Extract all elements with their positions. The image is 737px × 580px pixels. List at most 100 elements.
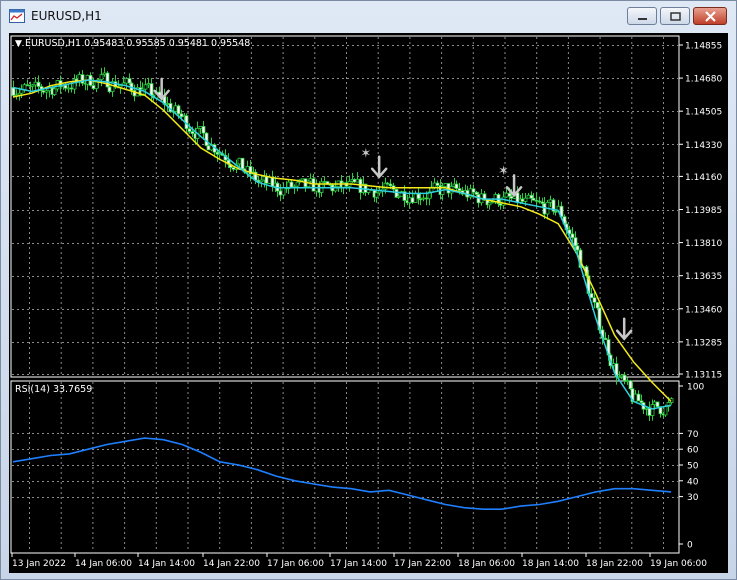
chart-area[interactable]: ✶ ✶ 1.14855 1.14680 1.14505 1.14330 1.14160 1.… [9, 33, 728, 573]
candle-body [352, 179, 357, 183]
candle-body [11, 87, 16, 96]
minimize-button[interactable] [627, 7, 657, 25]
candle-body [509, 195, 514, 199]
candle-body [146, 83, 151, 86]
grid [12, 37, 678, 552]
price-label: 1.14505 [685, 108, 722, 118]
candle-body [63, 84, 68, 89]
candle-body [201, 126, 206, 134]
candle-body [187, 128, 192, 132]
candle-body [435, 182, 440, 186]
star-marker-icon: ✶ [498, 164, 509, 179]
chart-header-arrow[interactable]: ▼ [15, 39, 22, 49]
candle-body [385, 182, 390, 185]
candle-body [622, 374, 627, 382]
candle-body [652, 401, 657, 406]
candle-body [504, 192, 509, 198]
time-label: 14 Jan 22:00 [203, 559, 260, 569]
candle-body [52, 88, 57, 95]
candle-body [633, 393, 638, 403]
sell-arrow-icon [370, 155, 388, 179]
candle-body [66, 87, 71, 90]
candle-body [457, 188, 462, 192]
rsi-label: 70 [687, 430, 699, 440]
candle-body [655, 401, 660, 408]
candle-body [636, 393, 641, 402]
candle-body [625, 380, 630, 383]
price-axis: 1.14855 1.14680 1.14505 1.14330 1.14160 1.139… [679, 42, 722, 381]
candle-body [281, 187, 286, 196]
candle-body [99, 74, 104, 80]
price-label: 1.13115 [685, 371, 722, 381]
candle-body [396, 195, 401, 198]
candle-body [143, 84, 148, 90]
time-label: 17 Jan 14:00 [330, 559, 387, 569]
time-label: 14 Jan 06:00 [75, 559, 132, 569]
close-icon [705, 11, 716, 22]
candle-body [289, 181, 294, 188]
candle-body [69, 87, 74, 90]
rsi-panel-border [10, 380, 680, 554]
candle-body [124, 78, 129, 84]
candle-body [603, 337, 608, 340]
rsi-line [12, 437, 672, 511]
candle-body [526, 194, 531, 199]
candle-body [487, 202, 492, 206]
candle-body [358, 178, 363, 193]
candle-body [322, 181, 327, 184]
maximize-button[interactable] [660, 7, 690, 25]
chart-canvas[interactable]: ✶✶ 1.148551.146801.145051.143301.141601.… [9, 33, 728, 573]
candle-body [570, 233, 575, 239]
rsi-label: 30 [687, 493, 699, 503]
time-label: 17 Jan 06:00 [267, 559, 324, 569]
candle-body [418, 198, 423, 201]
candle-body [374, 192, 379, 198]
candle-body [127, 78, 132, 84]
candle-body [25, 84, 30, 87]
candle-body [107, 86, 112, 93]
candle-body [165, 103, 170, 105]
window-title: EURUSD,H1 [31, 9, 102, 23]
candle-body [149, 83, 154, 96]
title-bar[interactable]: EURUSD,H1 [1, 1, 736, 31]
candle-body [628, 380, 633, 390]
candle-body [619, 374, 624, 378]
candle-body [41, 90, 46, 93]
candle-body [295, 181, 300, 187]
candle-body [270, 176, 275, 187]
candle-body [264, 176, 269, 184]
time-axis: 13 Jan 2022 14 Jan 06:00 14 Jan 14:00 14 Ja… [11, 553, 707, 569]
candle-body [413, 193, 418, 203]
rsi-label: 40 [687, 477, 699, 487]
candle-body [300, 178, 305, 181]
time-label: 18 Jan 22:00 [586, 559, 643, 569]
candle-body [595, 301, 600, 309]
candle-body [529, 194, 534, 199]
candle-body [173, 105, 178, 112]
time-label: 17 Jan 22:00 [394, 559, 451, 569]
rsi-axis: 100 70 60 50 40 30 0 [679, 383, 704, 551]
candle-body [311, 178, 316, 192]
candle-body [44, 90, 49, 93]
rsi-label: 100 [687, 383, 704, 393]
price-label: 1.14330 [685, 141, 722, 151]
restore-icon [670, 12, 681, 21]
price-label: 1.13985 [685, 206, 722, 216]
price-label: 1.14680 [685, 75, 722, 85]
candle-body [663, 406, 668, 416]
candle-body [118, 85, 123, 88]
chart-header: EURUSD,H1 0.95483 0.95585 0.95481 0.9554… [25, 38, 250, 49]
candle-body [388, 183, 393, 187]
candle-body [278, 190, 283, 196]
candle-body [432, 182, 437, 188]
candle-body [542, 203, 547, 215]
close-button[interactable] [693, 7, 727, 25]
candle-body [650, 404, 655, 416]
candle-body [644, 407, 649, 410]
candle-body [471, 188, 476, 193]
time-label: 14 Jan 14:00 [138, 559, 195, 569]
candle-body [179, 113, 184, 118]
candle-body [534, 199, 539, 202]
time-label: 18 Jan 14:00 [522, 559, 579, 569]
candle-body [553, 210, 558, 213]
